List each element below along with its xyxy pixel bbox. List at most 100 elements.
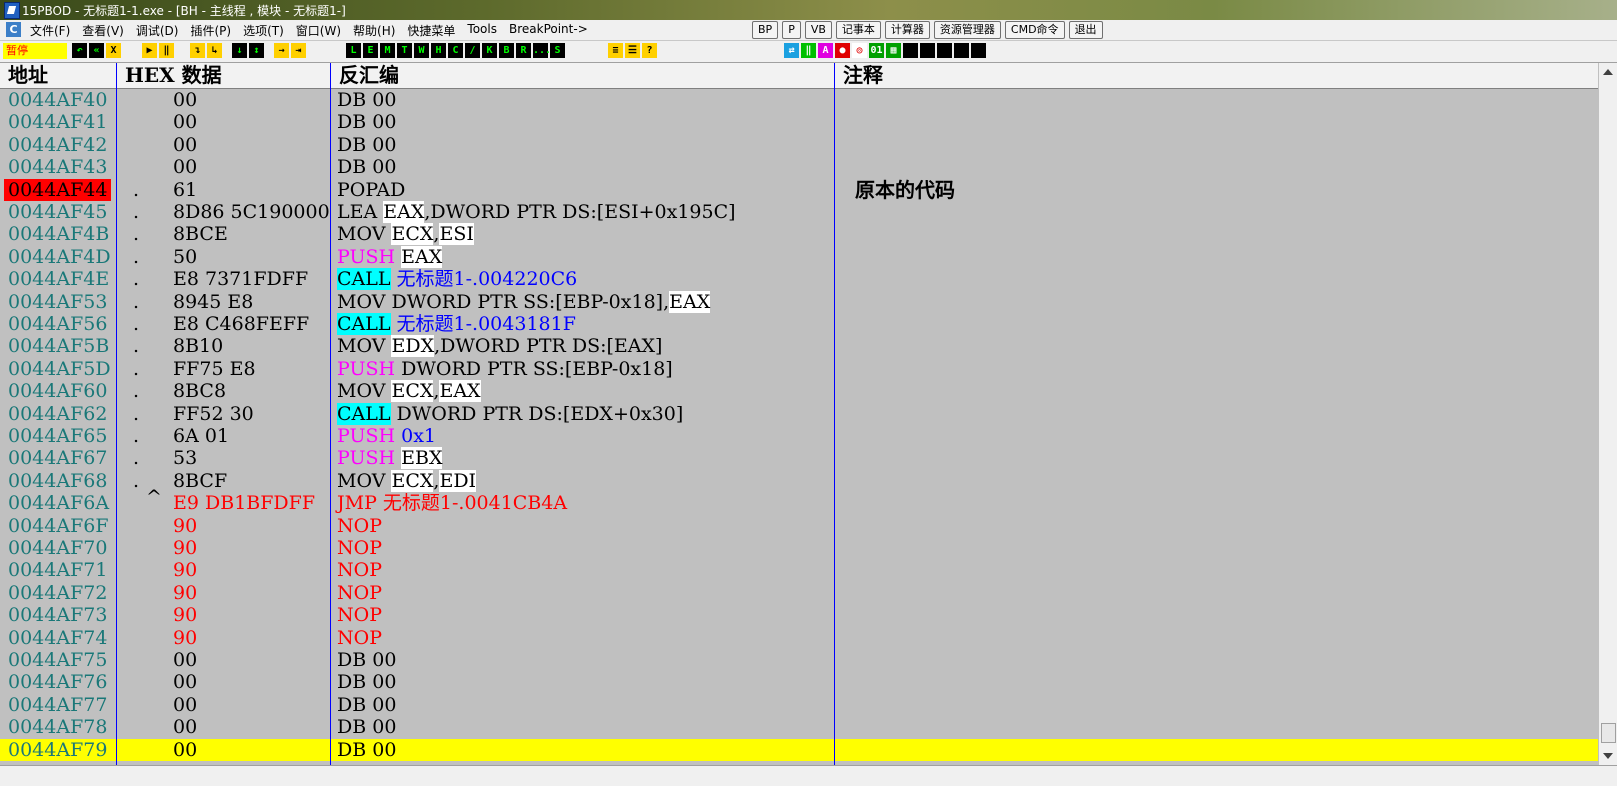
menu-item[interactable]: 查看(V): [82, 22, 124, 39]
window-button[interactable]: H: [431, 43, 446, 58]
disassembly-pane[interactable]: 0044AF40 00 DB 00 0044AF41 00 DB 00 0044AF42 00…: [0, 89, 1598, 765]
menu-item[interactable]: 选项(T): [243, 22, 284, 39]
quick-button[interactable]: P: [782, 21, 801, 39]
disasm-row[interactable]: 0044AF71 90 NOP: [0, 559, 1598, 581]
blank-button-2[interactable]: [920, 43, 935, 58]
quick-button[interactable]: VB: [804, 21, 832, 39]
disasm-row[interactable]: 0044AF56. E8 C468FEFF CALL 无标题1-.0043181F: [0, 313, 1598, 335]
scroll-down-icon[interactable]: [1603, 753, 1613, 759]
row-disassembly: NOP: [337, 515, 382, 537]
swap-icon[interactable]: ⇄: [784, 43, 799, 58]
menu-item[interactable]: Tools: [467, 22, 497, 39]
window-button[interactable]: R: [516, 43, 531, 58]
window-button[interactable]: W: [414, 43, 429, 58]
disasm-row[interactable]: 0044AF43 00 DB 00: [0, 156, 1598, 178]
step-over-icon[interactable]: ↳: [207, 43, 222, 58]
blank-button-5[interactable]: [971, 43, 986, 58]
window-button[interactable]: K: [482, 43, 497, 58]
disasm-row[interactable]: 0044AF70 90 NOP: [0, 537, 1598, 559]
trace-into-icon[interactable]: ↓: [232, 43, 247, 58]
window-button[interactable]: L: [346, 43, 361, 58]
disasm-row[interactable]: 0044AF72 90 NOP: [0, 582, 1598, 604]
window-button[interactable]: B: [499, 43, 514, 58]
address-column-header[interactable]: 地址: [0, 63, 117, 88]
disasm-row[interactable]: 0044AF74 90 NOP: [0, 627, 1598, 649]
menu-item[interactable]: 插件(P): [190, 22, 231, 39]
disasm-row[interactable]: 0044AF76 00 DB 00: [0, 671, 1598, 693]
help-icon[interactable]: ?: [642, 43, 657, 58]
asm-token: ECX: [391, 223, 434, 246]
restart-icon[interactable]: ↶: [72, 43, 87, 58]
scroll-up-icon[interactable]: [1603, 69, 1613, 75]
text-plugin-icon[interactable]: A: [818, 43, 833, 58]
disasm-row[interactable]: 0044AF75 00 DB 00: [0, 649, 1598, 671]
disasm-row[interactable]: 0044AF41 00 DB 00: [0, 111, 1598, 133]
disasm-row[interactable]: 0044AF44. 61 POPAD 原本的代码: [0, 178, 1598, 201]
comment-column-header[interactable]: 注释: [835, 63, 1598, 88]
close-debuggee-icon[interactable]: X: [106, 43, 121, 58]
hex-column-header[interactable]: HEX 数据: [117, 63, 331, 88]
window-button[interactable]: ...: [533, 43, 551, 58]
disasm-row[interactable]: 0044AF6A ^ E9 DB1BFDFF JMP 无标题1-.0041CB4A: [0, 486, 1598, 514]
blank-button-3[interactable]: [937, 43, 952, 58]
target-icon[interactable]: ◎: [852, 43, 867, 58]
menu-item[interactable]: 快捷菜单: [407, 22, 455, 39]
window-button[interactable]: E: [363, 43, 378, 58]
window-button[interactable]: M: [380, 43, 395, 58]
disasm-row[interactable]: 0044AF4B. 8BCE MOV ECX,ESI: [0, 223, 1598, 246]
quick-button[interactable]: BP: [752, 21, 779, 39]
menu-item[interactable]: 帮助(H): [353, 22, 395, 39]
execute-till-return-icon[interactable]: →: [274, 43, 289, 58]
disasm-row[interactable]: 0044AF5B. 8B10 MOV EDX,DWORD PTR DS:[EAX]: [0, 335, 1598, 358]
blank-button-1[interactable]: [903, 43, 918, 58]
disasm-row[interactable]: 0044AF68. 8BCF MOV ECX,EDI: [0, 469, 1598, 492]
list-icon[interactable]: ≡: [608, 43, 623, 58]
window-button[interactable]: T: [397, 43, 412, 58]
window-button[interactable]: S: [550, 43, 565, 58]
disasm-row[interactable]: 0044AF40 00 DB 00: [0, 89, 1598, 111]
settings-icon[interactable]: ☰: [625, 43, 640, 58]
disasm-column-header[interactable]: 反汇编: [331, 63, 835, 88]
go-to-icon[interactable]: ⇥: [291, 43, 306, 58]
disasm-row[interactable]: 0044AF62. FF52 30 CALL DWORD PTR DS:[EDX+0…: [0, 402, 1598, 425]
trace-over-icon[interactable]: ↕: [249, 43, 264, 58]
disasm-row[interactable]: 0044AF65. 6A 01 PUSH 0x1: [0, 425, 1598, 447]
scroll-thumb[interactable]: [1601, 723, 1616, 743]
menu-item[interactable]: 调试(D): [136, 22, 179, 39]
step-into-icon[interactable]: ↴: [190, 43, 205, 58]
window-buttons: L E M T W H C / K B R... S: [346, 43, 565, 58]
quick-button[interactable]: 记事本: [835, 21, 881, 39]
binary-icon[interactable]: 01: [869, 43, 884, 58]
quick-button[interactable]: 资源管理器: [933, 21, 1001, 39]
menu-item[interactable]: 文件(F): [30, 22, 70, 39]
window-button[interactable]: C: [448, 43, 463, 58]
disasm-row[interactable]: 0044AF79 00 DB 00: [0, 738, 1598, 761]
quick-button[interactable]: 退出: [1068, 21, 1103, 39]
pause-plugin-icon[interactable]: ‖: [801, 43, 816, 58]
quick-button[interactable]: CMD命令: [1004, 21, 1065, 39]
disasm-row[interactable]: 0044AF78 00 DB 00: [0, 716, 1598, 738]
vertical-scrollbar[interactable]: [1598, 63, 1617, 765]
disasm-row[interactable]: 0044AF77 00 DB 00: [0, 694, 1598, 716]
disasm-row[interactable]: 0044AF45. 8D86 5C190000 LEA EAX,DWORD PTR …: [0, 201, 1598, 223]
record-icon[interactable]: ●: [835, 43, 850, 58]
window-button[interactable]: /: [465, 43, 480, 58]
disasm-row[interactable]: 0044AF60. 8BC8 MOV ECX,EAX: [0, 380, 1598, 403]
disasm-row[interactable]: 0044AF5D. FF75 E8 PUSH DWORD PTR SS:[EBP-0…: [0, 358, 1598, 380]
disasm-row[interactable]: 0044AF4E. E8 7371FDFF CALL 无标题1-.004220C6: [0, 268, 1598, 291]
disasm-row[interactable]: 0044AF53. 8945 E8 MOV DWORD PTR SS:[EBP-0x…: [0, 290, 1598, 313]
quick-button[interactable]: 计算器: [884, 21, 930, 39]
disasm-row[interactable]: 0044AF6F 90 NOP: [0, 515, 1598, 537]
grid-icon[interactable]: ▦: [886, 43, 901, 58]
disasm-row[interactable]: 0044AF67. 53 PUSH EBX: [0, 447, 1598, 470]
pause-icon[interactable]: ‖: [159, 43, 174, 58]
blank-button-4[interactable]: [954, 43, 969, 58]
menu-item[interactable]: BreakPoint->: [509, 22, 588, 39]
disasm-row[interactable]: 0044AF73 90 NOP: [0, 604, 1598, 626]
rewind-icon[interactable]: «: [89, 43, 104, 58]
disasm-row[interactable]: 0044AF42 00 DB 00: [0, 134, 1598, 156]
menu-item[interactable]: 窗口(W): [296, 22, 341, 39]
run-icon[interactable]: ▶: [142, 43, 157, 58]
mdi-child-icon[interactable]: C: [6, 22, 21, 37]
disasm-row[interactable]: 0044AF4D. 50 PUSH EAX: [0, 245, 1598, 268]
